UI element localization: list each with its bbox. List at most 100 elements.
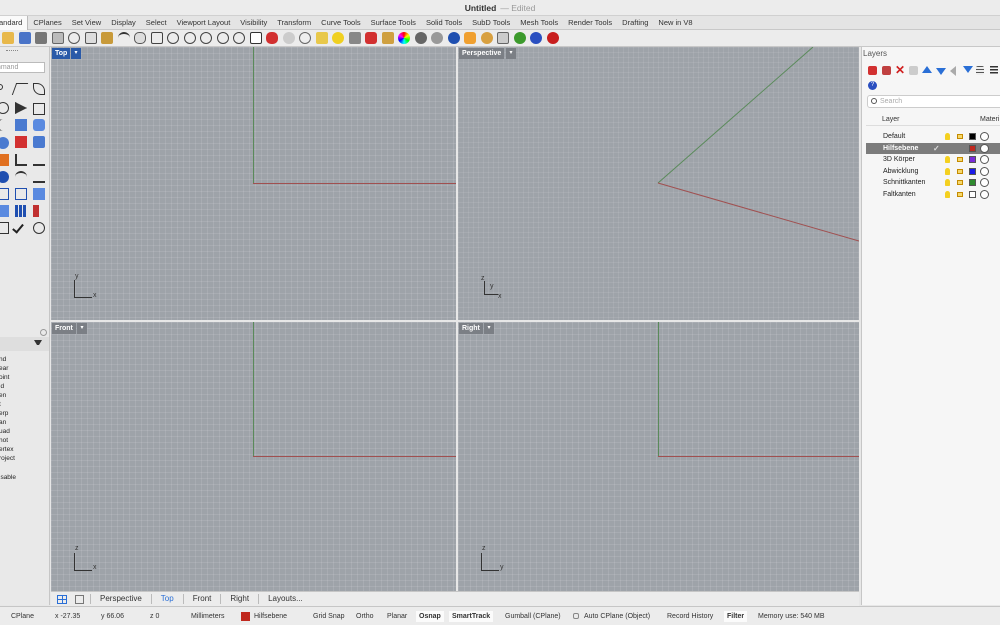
rendered-sphere-icon[interactable] <box>431 32 443 44</box>
tab-viewport-layout[interactable]: Viewport Layout <box>172 16 236 30</box>
osnap-item[interactable]: oint <box>0 374 9 381</box>
arc-tool-icon[interactable] <box>0 119 9 131</box>
osnap-item[interactable]: nd <box>0 356 6 363</box>
current-layer-label[interactable]: Hilfsebene <box>254 612 287 621</box>
check-tool-icon[interactable] <box>12 221 24 234</box>
offset-tool-icon[interactable] <box>15 171 27 183</box>
curve-tool-icon[interactable] <box>33 83 45 95</box>
ortho-toggle[interactable]: Ortho <box>356 612 374 621</box>
help-icon[interactable]: ? <box>868 81 877 90</box>
save-icon[interactable] <box>18 32 31 44</box>
single-layout-icon[interactable] <box>75 594 84 604</box>
delete-icon[interactable]: ✕ <box>895 63 905 77</box>
layer-row[interactable]: Abwicklung <box>866 166 1000 178</box>
layer-color-swatch[interactable] <box>969 179 976 186</box>
layer-row-selected[interactable]: Hilfsebene ✓ <box>866 142 1000 155</box>
surface-tool-icon[interactable] <box>15 119 27 131</box>
tab-top[interactable]: Top <box>152 594 184 604</box>
transform-tool-icon[interactable] <box>0 188 9 200</box>
lock-icon[interactable] <box>957 168 963 174</box>
tab-display[interactable]: Display <box>106 16 141 30</box>
four-viewports-icon[interactable] <box>249 32 262 44</box>
new-sublayer-icon[interactable] <box>882 66 891 75</box>
layer-name[interactable]: Schnittkanten <box>883 177 925 189</box>
lock-icon[interactable] <box>957 180 963 185</box>
duplicate-layer-icon[interactable] <box>909 66 918 75</box>
properties-icon[interactable] <box>381 32 394 44</box>
red-ring-icon[interactable] <box>546 32 559 44</box>
planar-toggle[interactable]: Planar <box>387 612 407 621</box>
layer-row[interactable]: 3D Körper <box>866 154 1000 166</box>
fillet-tool-icon[interactable] <box>0 171 9 183</box>
layer-color-swatch[interactable] <box>969 156 976 163</box>
bird-icon[interactable] <box>464 32 476 44</box>
auto-cplane-toggle[interactable]: Auto CPlane (Object) <box>584 612 650 621</box>
current-layer-check-icon[interactable]: ✓ <box>933 143 940 155</box>
layer-color-swatch[interactable] <box>969 167 976 175</box>
rectangle-tool-icon[interactable] <box>33 103 45 115</box>
layer-name[interactable]: 3D Körper <box>883 154 915 166</box>
print-icon[interactable] <box>35 32 47 44</box>
viewport-label-perspective[interactable]: Perspective <box>459 48 505 59</box>
tab-cplanes[interactable]: CPlanes <box>28 16 66 30</box>
tab-subd-tools[interactable]: SubD Tools <box>467 16 515 30</box>
green-sphere-icon[interactable] <box>513 32 526 44</box>
viewport-label-right[interactable]: Right <box>459 323 483 334</box>
sphere-icon[interactable] <box>414 32 427 44</box>
viewport-menu-chevron-icon[interactable]: ▾ <box>77 323 87 334</box>
light-bulb-icon[interactable] <box>945 133 950 140</box>
tab-right[interactable]: Right <box>221 594 260 604</box>
viewport-menu-chevron-icon[interactable]: ▾ <box>506 48 516 59</box>
group-tool-icon[interactable] <box>0 222 9 234</box>
tab-perspective[interactable]: Perspective <box>91 594 152 604</box>
zoom-extents-icon[interactable] <box>200 32 212 44</box>
car-icon[interactable] <box>266 32 278 44</box>
pan-hand-icon[interactable] <box>134 32 146 44</box>
undo-icon[interactable] <box>117 32 130 44</box>
lock-icon[interactable] <box>348 32 361 44</box>
layer-search-input[interactable]: Search <box>867 95 1000 108</box>
tab-new-in-v8[interactable]: New in V8 <box>653 16 697 30</box>
osnap-item[interactable]: roject <box>0 455 15 462</box>
layer-table-icon[interactable] <box>976 66 984 75</box>
osnap-item[interactable]: isable <box>0 474 16 481</box>
layer-name[interactable]: Hilfsebene <box>883 143 918 155</box>
polyline-tool-icon[interactable] <box>11 83 29 95</box>
light-bulb-icon[interactable] <box>945 179 950 186</box>
solid-tool-icon[interactable] <box>33 136 45 148</box>
layer-color-swatch[interactable] <box>969 190 976 198</box>
current-layer-color-swatch[interactable] <box>241 612 250 621</box>
history-icon[interactable] <box>299 32 311 44</box>
osnap-item[interactable]: not <box>0 437 8 444</box>
viewport-front[interactable]: Front ▾ z x <box>51 322 456 591</box>
lock-icon[interactable] <box>957 191 963 197</box>
blue-sphere-icon[interactable] <box>447 32 460 44</box>
layer-name[interactable]: Default <box>883 131 905 143</box>
tab-solid-tools[interactable]: Solid Tools <box>421 16 467 30</box>
rotate-view-icon[interactable] <box>233 32 245 44</box>
command-input[interactable]: mmand <box>0 62 45 73</box>
osnap-item[interactable]: an <box>0 419 6 426</box>
osnap-item[interactable]: id <box>0 383 4 390</box>
box-tool-icon[interactable] <box>0 137 9 149</box>
split-tool-icon[interactable] <box>33 154 45 166</box>
tab-set-view[interactable]: Set View <box>67 16 106 30</box>
viewport-perspective[interactable]: Perspective ▾ z y x <box>458 47 859 320</box>
filter-icon[interactable] <box>963 66 973 73</box>
zoom-selected-icon[interactable] <box>216 32 229 44</box>
tab-transform[interactable]: Transform <box>272 16 316 30</box>
light-bulb-icon[interactable] <box>945 190 950 198</box>
layer-name[interactable]: Faltkanten <box>883 189 916 201</box>
material-icon[interactable] <box>980 166 989 176</box>
move-icon[interactable] <box>150 32 163 44</box>
record-history-toggle[interactable]: Record History <box>667 612 713 621</box>
light-bulb-icon[interactable] <box>945 167 950 175</box>
grid-snap-toggle[interactable]: Grid Snap <box>313 612 345 621</box>
point-tool-icon[interactable] <box>0 84 3 90</box>
tab-select[interactable]: Select <box>141 16 172 30</box>
paste-icon[interactable] <box>101 32 113 44</box>
layer-row[interactable]: Schnittkanten <box>866 177 1000 189</box>
gear-icon[interactable] <box>480 32 493 44</box>
analyze-tool-icon[interactable] <box>33 222 45 234</box>
osnap-item[interactable]: ear <box>0 365 8 372</box>
